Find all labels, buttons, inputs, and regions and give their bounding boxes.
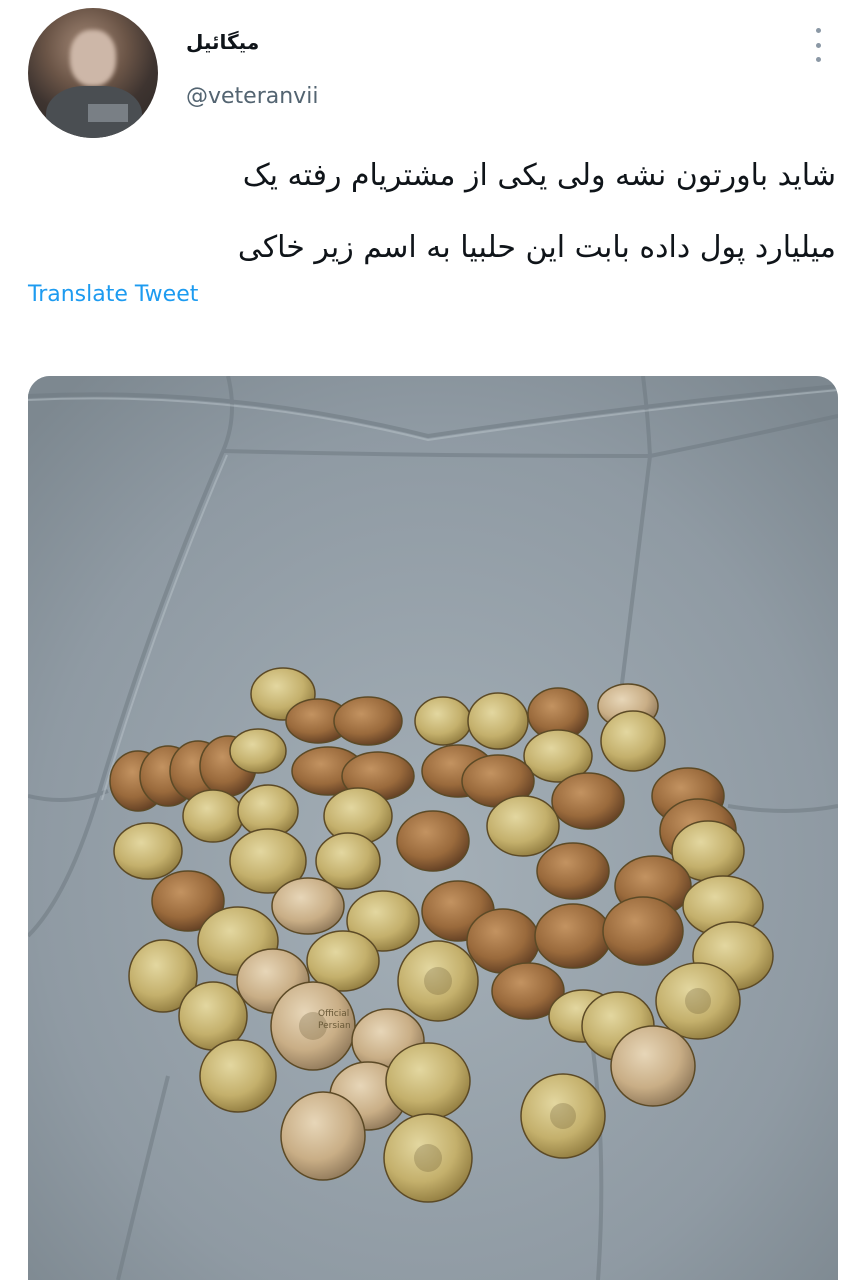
user-handle[interactable]: @veteranvii: [186, 84, 318, 109]
more-vertical-icon[interactable]: [810, 28, 826, 62]
display-name[interactable]: میگائیل: [186, 30, 259, 54]
avatar-shirt-print: [88, 104, 128, 122]
tweet-text: شاید باورتون نشه ولی یکی از مشتریام رفته…: [40, 140, 836, 284]
translate-tweet-link[interactable]: Translate Tweet: [28, 282, 198, 307]
watermark-text-2: Persian: [318, 1021, 351, 1031]
tweet-text-line-2: میلیارد پول داده بابت این حلبیا به اسم ز…: [237, 230, 836, 265]
watermark-text-1: Official: [318, 1009, 349, 1019]
tweet-text-line-1: شاید باورتون نشه ولی یکی از مشتریام رفته…: [242, 158, 836, 193]
avatar[interactable]: [28, 8, 158, 138]
tweet-media-photo[interactable]: Official Persian: [28, 376, 838, 1280]
avatar-face-blurred: [70, 30, 116, 86]
coins-on-sofa-photo: Official Persian: [28, 376, 838, 1280]
